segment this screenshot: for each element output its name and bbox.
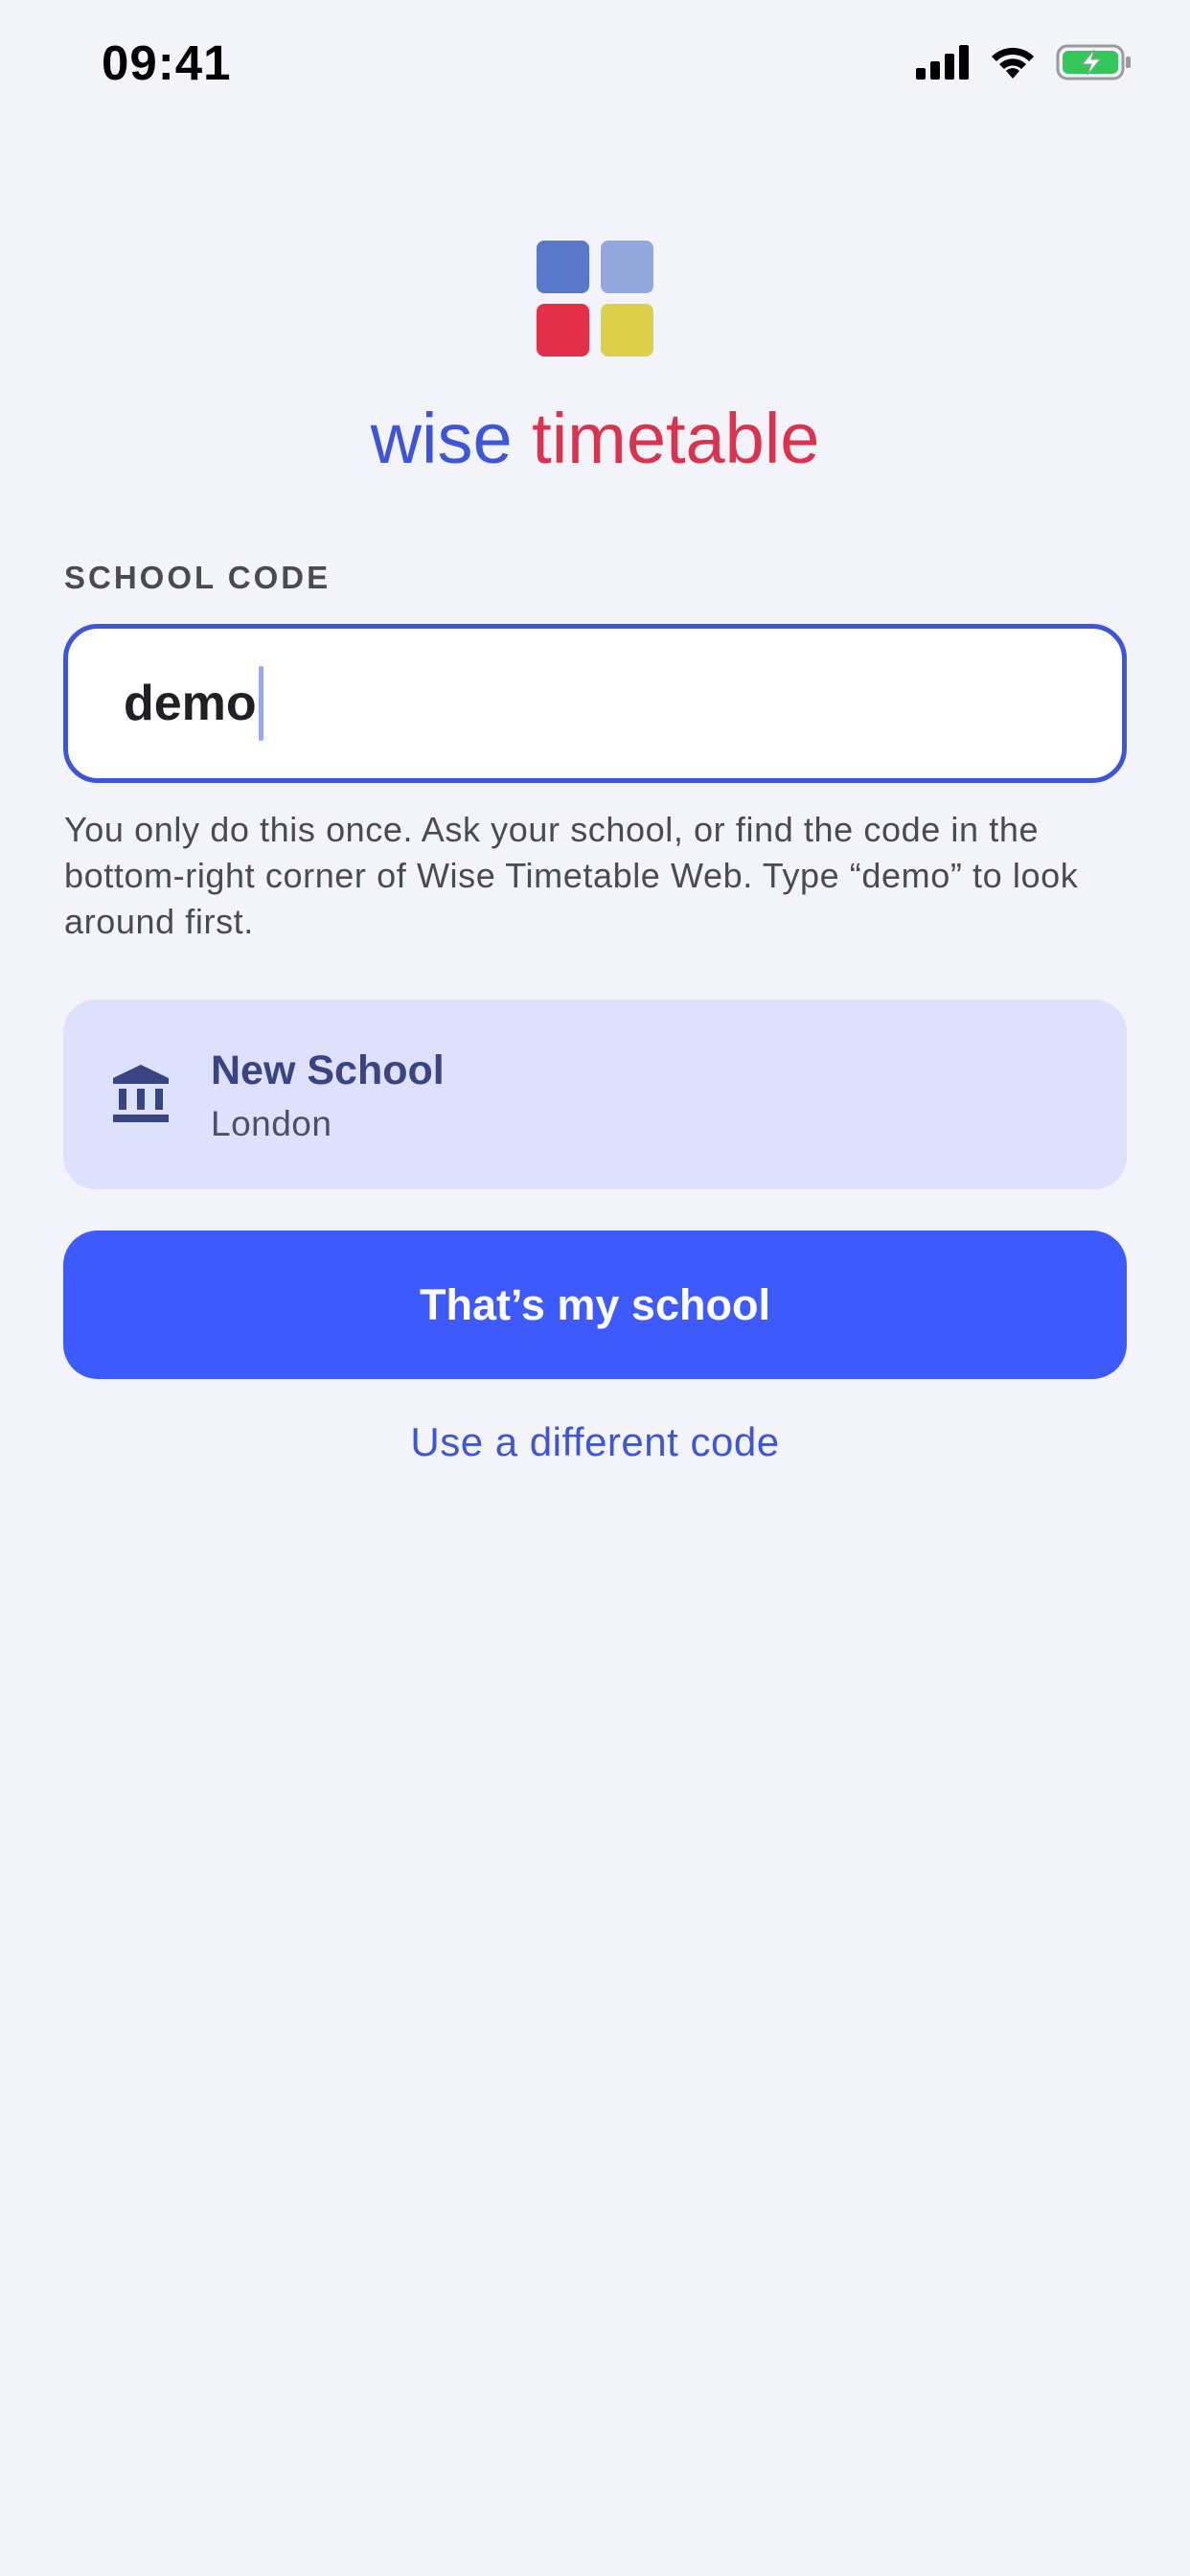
school-name: New School [211, 1047, 445, 1093]
school-code-value[interactable]: demo [124, 675, 257, 732]
cellular-signal-icon [916, 45, 970, 84]
school-city: London [211, 1104, 332, 1143]
confirm-school-button[interactable]: That’s my school [63, 1230, 1127, 1379]
logo-tile [537, 304, 589, 356]
status-bar: 09:41 [0, 0, 1190, 128]
logo-tile [601, 241, 653, 293]
use-different-code-link[interactable]: Use a different code [0, 1419, 1190, 1465]
battery-charging-icon [1056, 44, 1133, 85]
status-icons [916, 44, 1133, 85]
text-caret [258, 666, 263, 741]
wifi-icon [989, 44, 1037, 85]
app-logo [537, 241, 653, 357]
status-time: 09:41 [102, 35, 232, 90]
brand-word-wise: wise [370, 399, 513, 478]
help-text: You only do this once. Ask your school, … [64, 810, 1079, 941]
logo-tile [601, 304, 653, 356]
school-code-label: SCHOOL CODE [64, 560, 332, 595]
logo-tile [537, 241, 589, 293]
school-building-icon [109, 1063, 172, 1126]
school-code-input[interactable]: demo [63, 624, 1127, 783]
brand-word-timetable: timetable [532, 399, 820, 478]
school-result-card[interactable]: New School London [63, 1000, 1127, 1189]
brand-wordmark: wise timetable [0, 391, 1190, 487]
